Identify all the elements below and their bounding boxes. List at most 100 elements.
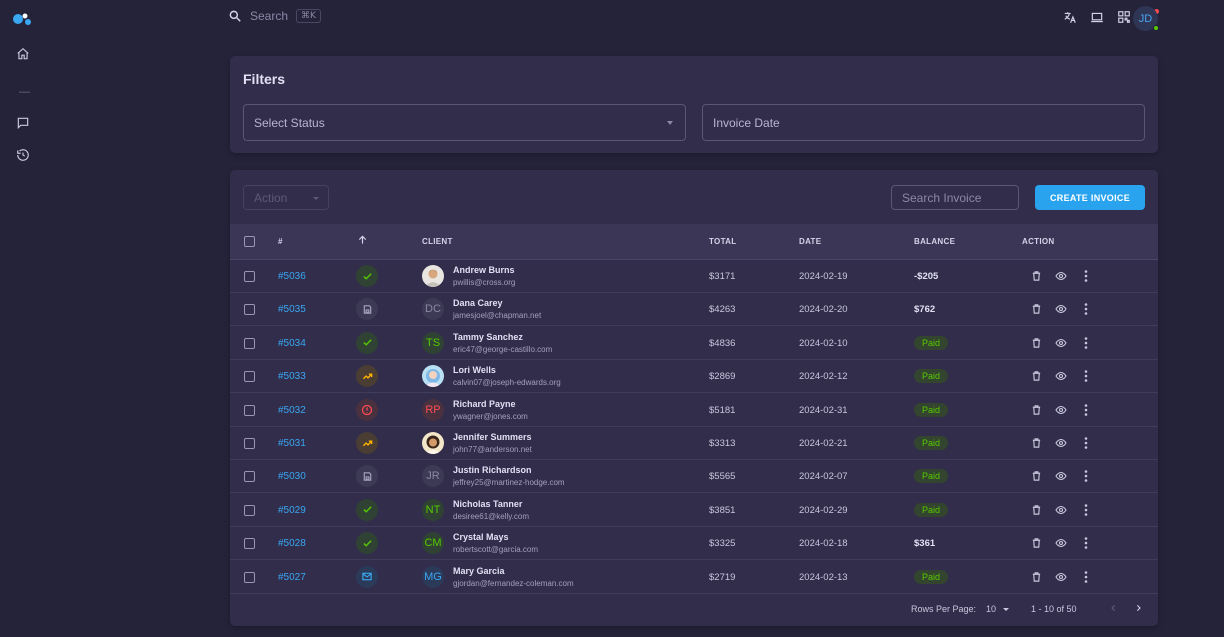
invoice-id-link[interactable]: #5032	[278, 405, 306, 416]
view-eye-icon[interactable]	[1054, 302, 1068, 316]
view-eye-icon[interactable]	[1054, 570, 1068, 584]
translate-icon[interactable]	[1063, 9, 1077, 25]
invoice-date-picker[interactable]: Invoice Date	[702, 104, 1145, 141]
more-options-icon[interactable]	[1079, 369, 1093, 383]
rows-per-page-select[interactable]: 10	[986, 604, 996, 614]
invoice-total: $5565	[709, 471, 736, 483]
column-id[interactable]: #	[278, 237, 283, 246]
view-eye-icon[interactable]	[1054, 336, 1068, 350]
delete-icon[interactable]	[1029, 302, 1043, 316]
balance-paid-chip: Paid	[914, 569, 949, 584]
home-icon[interactable]	[15, 46, 31, 62]
row-checkbox[interactable]	[244, 504, 255, 516]
more-options-icon[interactable]	[1079, 503, 1093, 517]
status-past-due-alert-icon	[356, 398, 378, 421]
invoice-id-link[interactable]: #5035	[278, 304, 306, 315]
search-icon	[229, 10, 241, 22]
row-checkbox[interactable]	[244, 337, 255, 349]
row-checkbox[interactable]	[244, 571, 255, 583]
invoice-id-link[interactable]: #5034	[278, 338, 306, 349]
more-options-icon[interactable]	[1079, 302, 1093, 316]
sort-arrow-up-icon[interactable]	[357, 234, 368, 248]
view-eye-icon[interactable]	[1054, 469, 1068, 483]
column-balance[interactable]: BALANCE	[914, 237, 955, 246]
client-email: john77@anderson.net	[453, 445, 532, 454]
delete-icon[interactable]	[1029, 570, 1043, 584]
more-options-icon[interactable]	[1079, 570, 1093, 584]
client-email: pwillis@cross.org	[453, 278, 516, 287]
table-row: #5034 TS Tammy Sanchez eric47@george-cas…	[230, 327, 1158, 360]
more-options-icon[interactable]	[1079, 536, 1093, 550]
view-eye-icon[interactable]	[1054, 369, 1068, 383]
global-search[interactable]: Search ⌘K	[228, 9, 321, 23]
chat-icon[interactable]	[15, 115, 31, 131]
invoice-id-link[interactable]: #5036	[278, 271, 306, 282]
row-checkbox[interactable]	[244, 538, 255, 550]
client-avatar: JR	[422, 465, 444, 488]
view-eye-icon[interactable]	[1054, 269, 1068, 283]
view-eye-icon[interactable]	[1054, 403, 1068, 417]
invoice-date: 2024-02-18	[799, 538, 848, 550]
more-options-icon[interactable]	[1079, 336, 1093, 350]
prev-page-icon[interactable]	[1106, 601, 1120, 615]
next-page-icon[interactable]	[1131, 601, 1145, 615]
delete-icon[interactable]	[1029, 269, 1043, 283]
invoice-id-link[interactable]: #5031	[278, 438, 306, 449]
table-row: #5028 CM Crystal Mays robertscott@garcia…	[230, 527, 1158, 561]
status-sent-mail-icon	[356, 565, 378, 588]
laptop-icon[interactable]	[1090, 9, 1104, 25]
invoice-id-link[interactable]: #5027	[278, 572, 306, 583]
client-avatar	[422, 432, 444, 454]
table-row: #5031 Jennifer Summers john77@anderson.n…	[230, 427, 1158, 460]
pagination-range: 1 - 10 of 50	[1031, 604, 1077, 614]
chevron-down-icon[interactable]	[1003, 608, 1009, 611]
invoice-id-link[interactable]: #5029	[278, 505, 306, 516]
status-select[interactable]: Select Status	[243, 104, 686, 141]
search-invoice-input[interactable]: Search Invoice	[891, 185, 1019, 210]
more-options-icon[interactable]	[1079, 436, 1093, 450]
delete-icon[interactable]	[1029, 369, 1043, 383]
more-options-icon[interactable]	[1079, 403, 1093, 417]
create-invoice-button[interactable]: CREATE INVOICE	[1035, 185, 1145, 210]
balance-paid-chip: Paid	[914, 369, 949, 384]
balance-amount: -$205	[914, 271, 939, 282]
column-client[interactable]: CLIENT	[422, 237, 453, 246]
row-checkbox[interactable]	[244, 304, 255, 316]
more-options-icon[interactable]	[1079, 469, 1093, 483]
client-initials: JR	[426, 470, 440, 483]
invoice-date: 2024-02-29	[799, 504, 848, 516]
delete-icon[interactable]	[1029, 336, 1043, 350]
invoice-id-link[interactable]: #5028	[278, 538, 306, 549]
row-checkbox[interactable]	[244, 438, 255, 449]
row-checkbox[interactable]	[244, 271, 255, 282]
view-eye-icon[interactable]	[1054, 436, 1068, 450]
delete-icon[interactable]	[1029, 436, 1043, 450]
row-checkbox[interactable]	[244, 471, 255, 483]
client-name: Mary Garcia	[453, 565, 505, 576]
invoice-id-link[interactable]: #5030	[278, 471, 306, 482]
bulk-action-select[interactable]: Action	[243, 185, 329, 210]
client-email: calvin07@joseph-edwards.org	[453, 378, 561, 388]
apps-grid-icon[interactable]	[1117, 9, 1131, 25]
delete-icon[interactable]	[1029, 536, 1043, 550]
select-all-checkbox[interactable]	[244, 236, 255, 247]
view-eye-icon[interactable]	[1054, 536, 1068, 550]
column-total[interactable]: TOTAL	[709, 237, 736, 246]
user-avatar[interactable]: JD	[1133, 6, 1159, 31]
row-checkbox[interactable]	[244, 404, 255, 416]
client-initials: CM	[424, 537, 442, 550]
client-email: jamesjoel@chapman.net	[453, 311, 542, 321]
table-row: #5029 NT Nicholas Tanner desiree61@kelly…	[230, 494, 1158, 527]
delete-icon[interactable]	[1029, 503, 1043, 517]
invoice-total: $3171	[709, 271, 736, 282]
view-eye-icon[interactable]	[1054, 503, 1068, 517]
delete-icon[interactable]	[1029, 469, 1043, 483]
more-options-icon[interactable]	[1079, 269, 1093, 283]
column-date[interactable]: DATE	[799, 237, 821, 246]
delete-icon[interactable]	[1029, 403, 1043, 417]
balance-paid-chip: Paid	[914, 436, 949, 450]
invoice-id-link[interactable]: #5033	[278, 371, 306, 382]
row-checkbox[interactable]	[244, 371, 255, 383]
client-avatar: CM	[422, 532, 444, 555]
history-icon[interactable]	[15, 147, 31, 163]
